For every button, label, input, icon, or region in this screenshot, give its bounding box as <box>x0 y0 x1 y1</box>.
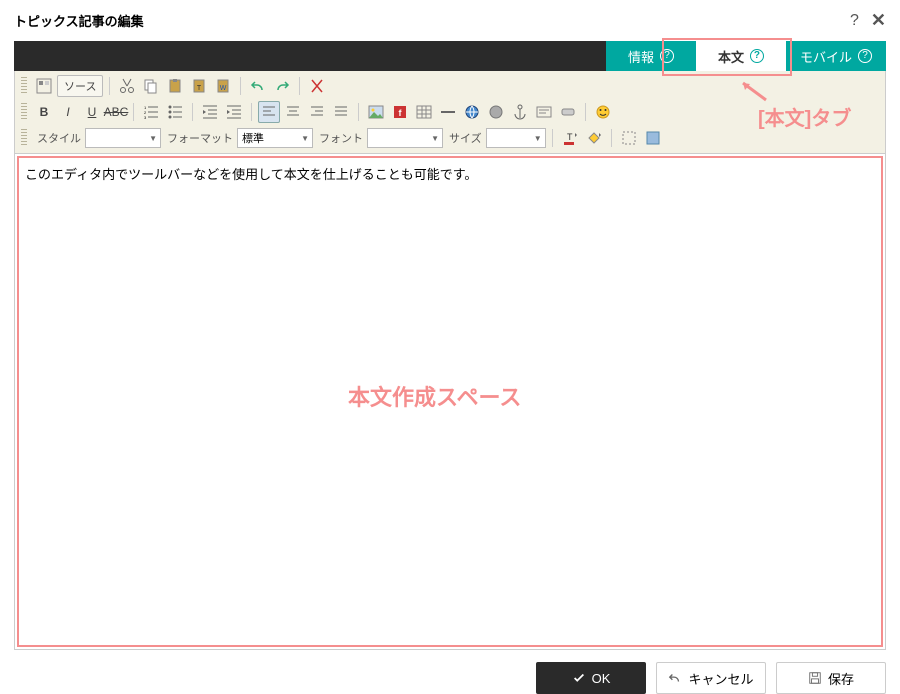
separator <box>358 103 359 121</box>
format-select[interactable]: 標準 <box>237 128 313 148</box>
anchor-icon[interactable] <box>509 101 531 123</box>
tab-info[interactable]: 情報 ? <box>606 41 696 71</box>
tab-body-label: 本文 <box>718 47 744 66</box>
separator <box>611 129 612 147</box>
help-icon[interactable]: ? <box>850 12 859 30</box>
help-icon[interactable]: ? <box>750 49 764 63</box>
align-justify-icon[interactable] <box>330 101 352 123</box>
svg-text:W: W <box>220 85 227 92</box>
svg-text:3: 3 <box>144 115 147 120</box>
paste-text-icon[interactable]: T <box>188 75 210 97</box>
template-icon[interactable] <box>33 75 55 97</box>
svg-text:T: T <box>567 132 573 142</box>
header-controls: ? ✕ <box>850 10 886 31</box>
strike-icon[interactable]: ABC <box>105 101 127 123</box>
font-select[interactable] <box>367 128 443 148</box>
separator <box>585 103 586 121</box>
italic-icon[interactable]: I <box>57 101 79 123</box>
indent-icon[interactable] <box>223 101 245 123</box>
copy-icon[interactable] <box>140 75 162 97</box>
cut-icon[interactable] <box>116 75 138 97</box>
save-label: 保存 <box>828 669 854 688</box>
size-select[interactable] <box>486 128 546 148</box>
separator <box>240 77 241 95</box>
editor-toolbar: ソース T W B I U ABC 123 f <box>14 71 886 154</box>
close-icon[interactable]: ✕ <box>871 10 886 31</box>
paste-icon[interactable] <box>164 75 186 97</box>
font-label: フォント <box>319 130 363 146</box>
toolbar-grip <box>21 129 27 147</box>
remove-format-icon[interactable] <box>306 75 328 97</box>
toolbar-grip <box>21 103 27 121</box>
ok-label: OK <box>592 671 611 686</box>
button-icon[interactable] <box>557 101 579 123</box>
textarea-icon[interactable] <box>533 101 555 123</box>
table-icon[interactable] <box>413 101 435 123</box>
save-icon <box>808 671 822 685</box>
save-button[interactable]: 保存 <box>776 662 886 694</box>
smiley-icon[interactable] <box>592 101 614 123</box>
cancel-button[interactable]: キャンセル <box>656 662 766 694</box>
separator <box>299 77 300 95</box>
hr-icon[interactable] <box>437 101 459 123</box>
ok-button[interactable]: OK <box>536 662 646 694</box>
align-center-icon[interactable] <box>282 101 304 123</box>
underline-icon[interactable]: U <box>81 101 103 123</box>
cancel-label: キャンセル <box>688 669 753 688</box>
bold-icon[interactable]: B <box>33 101 55 123</box>
show-blocks-icon[interactable] <box>618 127 640 149</box>
bg-color-icon[interactable] <box>583 127 605 149</box>
align-right-icon[interactable] <box>306 101 328 123</box>
separator <box>251 103 252 121</box>
dialog-title: トピックス記事の編集 <box>14 11 144 30</box>
align-left-icon[interactable] <box>258 101 280 123</box>
maximize-icon[interactable] <box>642 127 664 149</box>
editor-body[interactable]: このエディタ内でツールバーなどを使用して本文を仕上げることも可能です。 <box>15 154 885 649</box>
separator <box>109 77 110 95</box>
image-icon[interactable] <box>365 101 387 123</box>
toolbar-row-2: B I U ABC 123 f <box>21 101 879 123</box>
unlink-icon[interactable] <box>485 101 507 123</box>
dialog-header: トピックス記事の編集 ? ✕ <box>0 0 900 41</box>
size-label: サイズ <box>449 130 482 146</box>
dialog-footer: OK キャンセル 保存 <box>0 650 900 694</box>
check-icon <box>572 671 586 685</box>
outdent-icon[interactable] <box>199 101 221 123</box>
help-icon[interactable]: ? <box>660 49 674 63</box>
separator <box>133 103 134 121</box>
toolbar-row-3: スタイル フォーマット 標準 フォント サイズ T <box>21 127 879 149</box>
flash-icon[interactable]: f <box>389 101 411 123</box>
separator <box>192 103 193 121</box>
tab-info-label: 情報 <box>628 47 654 66</box>
redo-icon[interactable] <box>271 75 293 97</box>
svg-text:T: T <box>197 85 202 92</box>
tab-mobile-label: モバイル <box>800 47 852 66</box>
tab-body[interactable]: 本文 ? <box>696 41 786 71</box>
ol-icon[interactable]: 123 <box>140 101 162 123</box>
tab-mobile[interactable]: モバイル ? <box>786 41 886 71</box>
undo-icon <box>668 671 682 685</box>
editor-container: このエディタ内でツールバーなどを使用して本文を仕上げることも可能です。 <box>14 154 886 650</box>
separator <box>552 129 553 147</box>
undo-icon[interactable] <box>247 75 269 97</box>
style-label: スタイル <box>37 130 81 146</box>
toolbar-grip <box>21 77 27 95</box>
text-color-icon[interactable]: T <box>559 127 581 149</box>
source-button[interactable]: ソース <box>57 75 103 97</box>
style-select[interactable] <box>85 128 161 148</box>
format-value: 標準 <box>242 130 264 146</box>
paste-word-icon[interactable]: W <box>212 75 234 97</box>
tab-bar: 情報 ? 本文 ? モバイル ? <box>14 41 886 71</box>
help-icon[interactable]: ? <box>858 49 872 63</box>
link-icon[interactable] <box>461 101 483 123</box>
ul-icon[interactable] <box>164 101 186 123</box>
toolbar-row-1: ソース T W <box>21 75 879 97</box>
format-label: フォーマット <box>167 130 233 146</box>
